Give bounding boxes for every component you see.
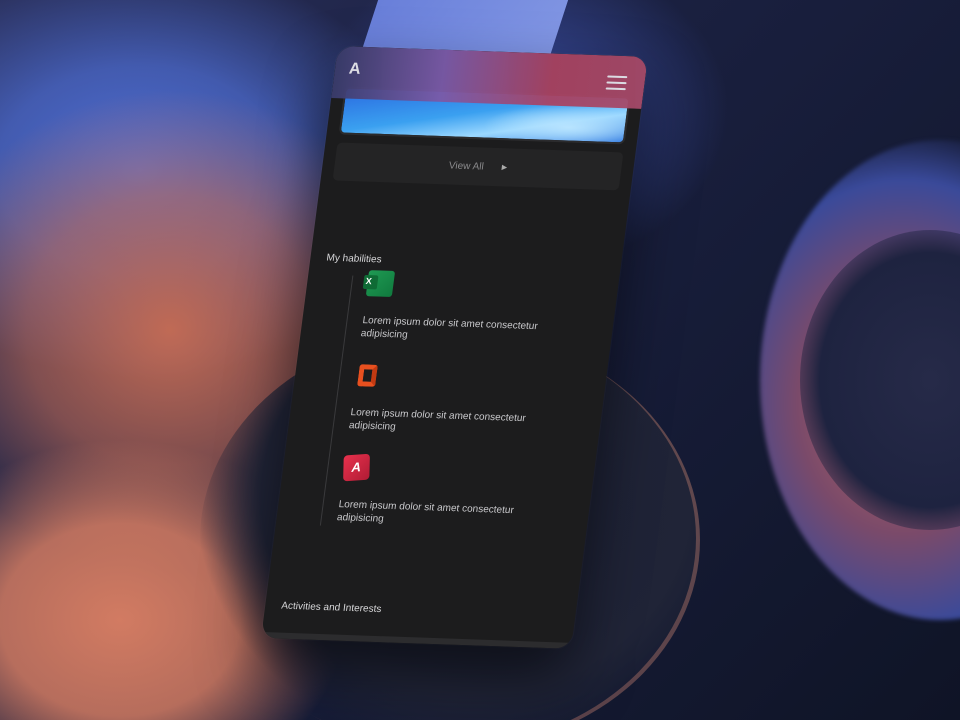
ability-item: A Lorem ipsum dolor sit amet consectetur… xyxy=(336,453,575,532)
ability-text: Lorem ipsum dolor sit amet consectetur a… xyxy=(348,407,527,433)
ability-item: Lorem ipsum dolor sit amet consectetur a… xyxy=(348,362,587,440)
ability-text: Lorem ipsum dolor sit amet consectetur a… xyxy=(360,315,539,341)
logo[interactable]: A xyxy=(348,60,362,78)
ability-text: Lorem ipsum dolor sit amet consectetur a… xyxy=(336,499,515,525)
abilities-title: My habilities xyxy=(325,252,383,266)
access-icon: A xyxy=(343,453,370,482)
view-all-button[interactable]: View All ▶ xyxy=(332,142,624,191)
view-all-label: View All xyxy=(448,159,485,173)
hamburger-menu-icon[interactable] xyxy=(605,75,628,91)
activities-title: Activities and Interests xyxy=(280,600,383,616)
caret-right-icon: ▶ xyxy=(501,164,508,172)
office-icon xyxy=(354,362,383,389)
app-header: A xyxy=(331,46,648,109)
excel-icon: X xyxy=(365,270,396,298)
ability-item: X Lorem ipsum dolor sit amet consectetur… xyxy=(360,270,599,348)
